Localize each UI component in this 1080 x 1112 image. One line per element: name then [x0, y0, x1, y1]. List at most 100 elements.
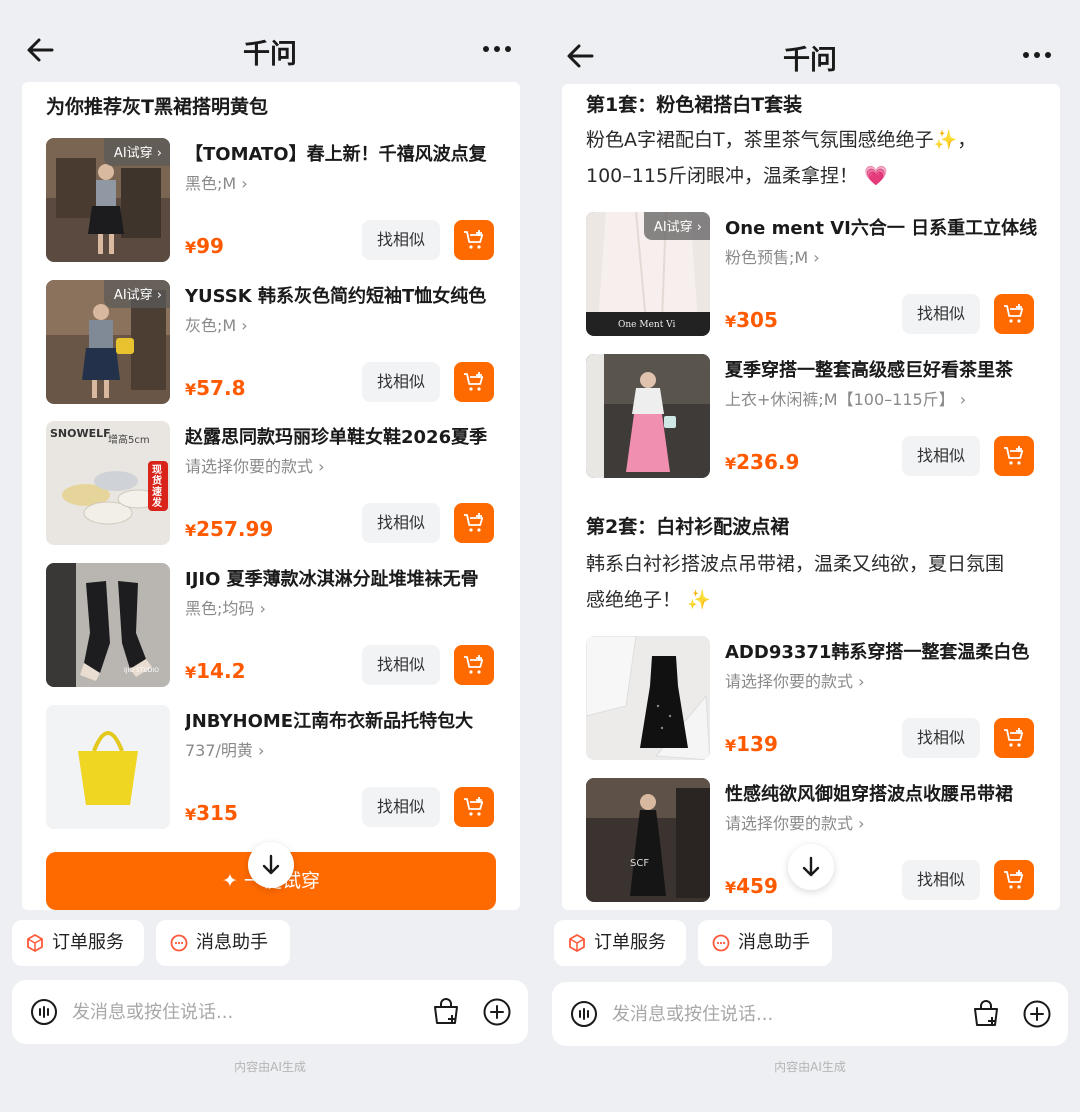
cart-plus-icon: [464, 230, 484, 249]
product-item[interactable]: AI试穿 › 【TOMATO】春上新！千禧风波点复 黑色;M › ¥99 找相似: [46, 138, 498, 264]
product-image[interactable]: [586, 354, 710, 478]
add-to-cart-button[interactable]: [994, 436, 1034, 476]
product-variant[interactable]: 黑色;M ›: [185, 170, 500, 194]
message-assistant-chip[interactable]: 消息助手: [698, 920, 832, 966]
product-name[interactable]: IJIO 夏季薄款冰淇淋分趾堆堆袜无骨: [185, 565, 500, 591]
add-to-cart-button[interactable]: [454, 787, 494, 827]
cart-plus-icon: [1004, 870, 1024, 889]
product-image[interactable]: AI试穿 › One Ment Vi: [586, 212, 710, 336]
product-image[interactable]: IJIO STUDIO: [46, 563, 170, 687]
product-price: ¥305: [725, 308, 778, 332]
product-item[interactable]: 夏季穿搭一整套高级感巨好看茶里茶 上衣+休闲裤;M【100–115斤】 › ¥2…: [586, 354, 1038, 480]
cart-plus-icon: [1004, 304, 1024, 323]
find-similar-button[interactable]: 找相似: [902, 436, 980, 476]
ai-generated-note: 内容由AI生成: [774, 1060, 846, 1074]
recommendation-card: 为你推荐灰T黑裙搭明黄包 AI试穿 › 【TOMATO】春上新！千禧风波点复 黑…: [22, 82, 520, 910]
product-variant[interactable]: 灰色;M ›: [185, 312, 500, 336]
shopping-bag-plus-icon[interactable]: [430, 996, 462, 1028]
brand-logo-text: SNOWELF: [50, 427, 111, 440]
find-similar-button[interactable]: 找相似: [902, 860, 980, 900]
product-image[interactable]: [586, 636, 710, 760]
product-variant[interactable]: 请选择你要的款式 ›: [185, 453, 500, 477]
add-to-cart-button[interactable]: [994, 860, 1034, 900]
set1-title: 第1套：粉色裙搭白T套装: [586, 94, 803, 116]
find-similar-button[interactable]: 找相似: [362, 220, 440, 260]
sparkle-icon: ✨: [687, 589, 711, 611]
arrow-down-icon: [262, 854, 280, 875]
svg-text:增高5cm: 增高5cm: [108, 433, 150, 446]
product-name[interactable]: YUSSK 韩系灰色简约短袖T恤女纯色: [185, 282, 500, 308]
product-name[interactable]: 赵露思同款玛丽珍单鞋女鞋2026夏季: [185, 423, 500, 449]
page-title: 千问: [243, 39, 297, 70]
product-price: ¥257.99: [185, 517, 274, 541]
product-variant[interactable]: 黑色;均码 ›: [185, 595, 500, 619]
product-variant[interactable]: 粉色预售;M ›: [725, 244, 1040, 268]
product-price: ¥459: [725, 874, 778, 898]
message-input-bar: [552, 982, 1068, 1046]
product-image[interactable]: AI试穿 ›: [46, 138, 170, 262]
product-image[interactable]: [46, 705, 170, 829]
product-image[interactable]: 增高5cm SNOWELF 现货速发: [46, 421, 170, 545]
right-screen: 千问 第1套：粉色裙搭白T套装 粉色A字裙配白T，茶里茶气氛围感绝绝子✨， 10…: [540, 0, 1080, 1112]
add-to-cart-button[interactable]: [994, 294, 1034, 334]
message-assistant-chip[interactable]: 消息助手: [156, 920, 290, 966]
add-to-cart-button[interactable]: [454, 220, 494, 260]
arrow-down-icon: [802, 856, 820, 877]
product-item[interactable]: 增高5cm SNOWELF 现货速发 赵露思同款玛丽珍单鞋女鞋2026夏季 请选…: [46, 421, 498, 547]
find-similar-button[interactable]: 找相似: [902, 294, 980, 334]
add-to-cart-button[interactable]: [994, 718, 1034, 758]
product-item[interactable]: IJIO STUDIO IJIO 夏季薄款冰淇淋分趾堆堆袜无骨 黑色;均码 › …: [46, 563, 498, 689]
product-image[interactable]: AI试穿 ›: [46, 280, 170, 404]
brand-logo-text: One Ment Vi: [618, 320, 676, 330]
order-service-chip[interactable]: 订单服务: [554, 920, 686, 966]
voice-icon[interactable]: [30, 998, 58, 1026]
order-service-chip[interactable]: 订单服务: [12, 920, 144, 966]
brand-logo-text: SCF: [630, 858, 650, 869]
set2-description: 韩系白衬衫搭波点吊带裙，温柔又纯欲，夏日氛围 感绝绝子！ ✨: [586, 553, 1005, 611]
product-item[interactable]: ADD93371韩系穿搭一整套温柔白色 请选择你要的款式 › ¥139 找相似: [586, 636, 1038, 762]
find-similar-button[interactable]: 找相似: [362, 645, 440, 685]
find-similar-button[interactable]: 找相似: [362, 787, 440, 827]
more-icon[interactable]: [482, 44, 512, 54]
message-input-bar: [12, 980, 528, 1044]
top-bar: 千问: [540, 26, 1080, 86]
add-to-cart-button[interactable]: [454, 362, 494, 402]
plus-circle-icon[interactable]: [482, 997, 512, 1027]
plus-circle-icon[interactable]: [1022, 999, 1052, 1029]
product-item[interactable]: AI试穿 › One Ment Vi One ment VI六合一 日系重工立体…: [586, 212, 1038, 338]
ai-tryon-badge[interactable]: AI试穿 ›: [103, 138, 170, 166]
product-item[interactable]: AI试穿 › YUSSK 韩系灰色简约短袖T恤女纯色 灰色;M › ¥57.8 …: [46, 280, 498, 406]
shopping-bag-plus-icon[interactable]: [970, 998, 1002, 1030]
cart-plus-icon: [464, 513, 484, 532]
message-input[interactable]: [612, 996, 952, 1032]
message-input[interactable]: [72, 994, 412, 1030]
product-variant[interactable]: 737/明黄 ›: [185, 737, 500, 761]
add-to-cart-button[interactable]: [454, 503, 494, 543]
chat-bubble-icon: [170, 934, 188, 952]
find-similar-button[interactable]: 找相似: [362, 362, 440, 402]
product-name[interactable]: 夏季穿搭一整套高级感巨好看茶里茶: [725, 356, 1040, 382]
cart-plus-icon: [464, 655, 484, 674]
ai-tryon-badge[interactable]: AI试穿 ›: [103, 280, 170, 308]
product-image[interactable]: SCF: [586, 778, 710, 902]
product-name[interactable]: One ment VI六合一 日系重工立体线: [725, 214, 1040, 240]
box-icon: [27, 934, 43, 952]
scroll-down-button[interactable]: [248, 842, 294, 888]
product-name[interactable]: ADD93371韩系穿搭一整套温柔白色: [725, 638, 1040, 664]
voice-icon[interactable]: [570, 1000, 598, 1028]
product-price: ¥139: [725, 732, 778, 756]
find-similar-button[interactable]: 找相似: [902, 718, 980, 758]
find-similar-button[interactable]: 找相似: [362, 503, 440, 543]
product-item[interactable]: JNBYHOME江南布衣新品托特包大 737/明黄 › ¥315 找相似: [46, 705, 498, 831]
product-variant[interactable]: 请选择你要的款式 ›: [725, 810, 1040, 834]
stock-tag: 现货速发: [152, 465, 162, 509]
product-variant[interactable]: 上衣+休闲裤;M【100–115斤】 ›: [725, 386, 1040, 410]
more-icon[interactable]: [1022, 50, 1052, 60]
add-to-cart-button[interactable]: [454, 645, 494, 685]
ai-tryon-badge[interactable]: AI试穿 ›: [643, 212, 710, 240]
product-variant[interactable]: 请选择你要的款式 ›: [725, 668, 1040, 692]
product-name[interactable]: 性感纯欲风御姐穿搭波点收腰吊带裙: [725, 780, 1040, 806]
product-name[interactable]: 【TOMATO】春上新！千禧风波点复: [185, 140, 500, 166]
product-name[interactable]: JNBYHOME江南布衣新品托特包大: [185, 707, 500, 733]
scroll-down-button[interactable]: [788, 844, 834, 890]
